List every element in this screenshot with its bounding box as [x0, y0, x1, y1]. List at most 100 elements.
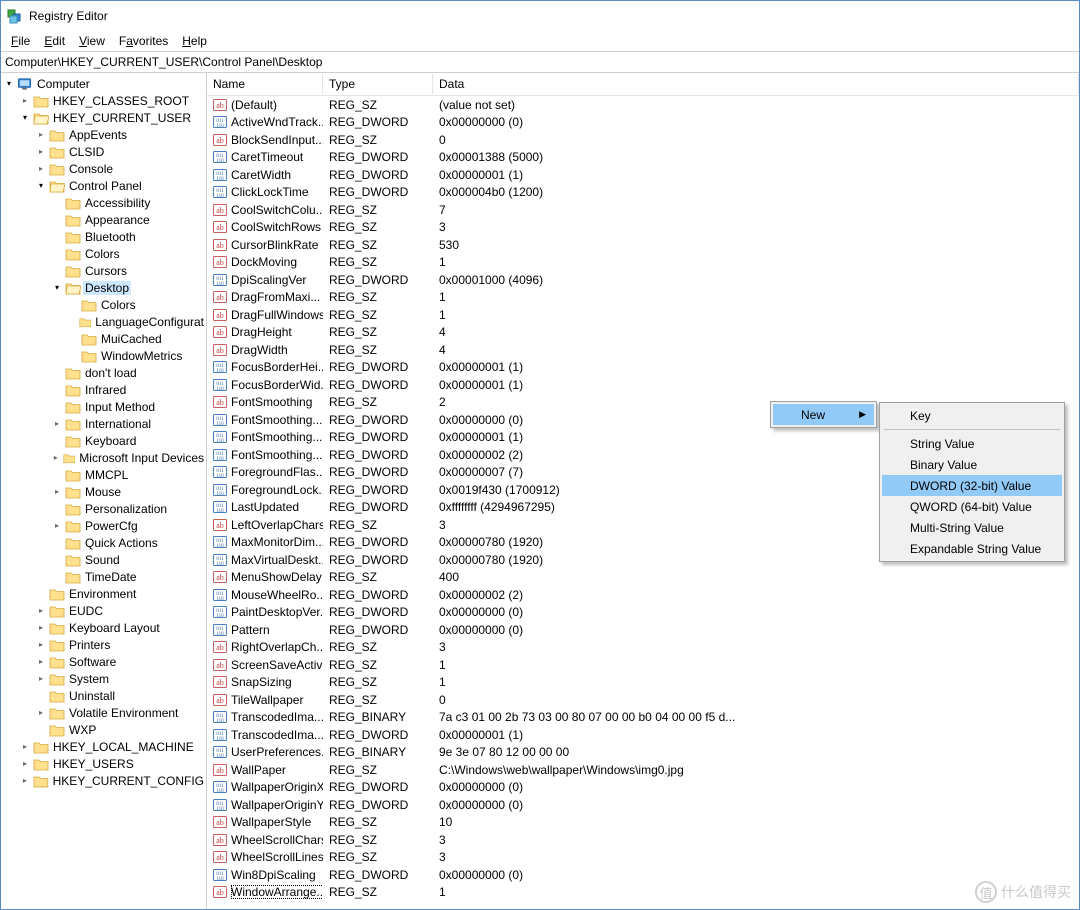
chevron-right-icon[interactable]: ▸ — [35, 656, 47, 668]
ctx-new-binary[interactable]: Binary Value — [882, 454, 1062, 475]
value-row[interactable]: WallpaperStyleREG_SZ10 — [207, 814, 1079, 832]
value-row[interactable]: WheelScrollCharsREG_SZ3 — [207, 831, 1079, 849]
chevron-right-icon[interactable]: ▸ — [51, 418, 63, 430]
tree-item[interactable]: ▸Keyboard Layout — [35, 619, 206, 636]
tree-item[interactable]: Colors — [51, 245, 206, 262]
chevron-right-icon[interactable]: ▸ — [35, 673, 47, 685]
tree-item[interactable]: Keyboard — [51, 432, 206, 449]
tree-pane[interactable]: ▾Computer▸HKEY_CLASSES_ROOT▾HKEY_CURRENT… — [1, 73, 207, 909]
value-row[interactable]: DpiScalingVerREG_DWORD0x00001000 (4096) — [207, 271, 1079, 289]
tree-item[interactable]: Environment — [35, 585, 206, 602]
tree-item[interactable]: ▾Control Panel — [35, 177, 206, 194]
tree-item[interactable]: MMCPL — [51, 466, 206, 483]
value-row[interactable]: DragFullWindowsREG_SZ1 — [207, 306, 1079, 324]
ctx-new[interactable]: New ▶ — [773, 404, 874, 425]
tree-item[interactable]: ▸Console — [35, 160, 206, 177]
tree-item[interactable]: ▸HKEY_USERS — [19, 755, 206, 772]
tree-item[interactable]: ▸Mouse — [51, 483, 206, 500]
menu-edit[interactable]: Edit — [38, 33, 71, 49]
value-row[interactable]: RightOverlapCh...REG_SZ3 — [207, 639, 1079, 657]
value-row[interactable]: ScreenSaveActiveREG_SZ1 — [207, 656, 1079, 674]
value-row[interactable]: UserPreferences...REG_BINARY9e 3e 07 80 … — [207, 744, 1079, 762]
tree-item[interactable]: don't load — [51, 364, 206, 381]
value-row[interactable]: DragWidthREG_SZ4 — [207, 341, 1079, 359]
tree-item[interactable]: Input Method — [51, 398, 206, 415]
value-row[interactable]: DragFromMaxi...REG_SZ1 — [207, 289, 1079, 307]
value-row[interactable]: Win8DpiScalingREG_DWORD0x00000000 (0) — [207, 866, 1079, 884]
tree-item[interactable]: ▸HKEY_CLASSES_ROOT — [19, 92, 206, 109]
value-row[interactable]: MenuShowDelayREG_SZ400 — [207, 569, 1079, 587]
value-row[interactable]: (Default)REG_SZ(value not set) — [207, 96, 1079, 114]
col-name[interactable]: Name — [207, 74, 323, 94]
chevron-right-icon[interactable]: ▸ — [51, 520, 63, 532]
menu-favorites[interactable]: Favorites — [113, 33, 174, 49]
tree-item[interactable]: ▸International — [51, 415, 206, 432]
chevron-right-icon[interactable]: ▸ — [35, 605, 47, 617]
value-row[interactable]: MouseWheelRo...REG_DWORD0x00000002 (2) — [207, 586, 1079, 604]
tree-item[interactable]: ▸Software — [35, 653, 206, 670]
chevron-right-icon[interactable]: ▸ — [35, 639, 47, 651]
tree-item[interactable]: ▾Computer — [3, 75, 206, 92]
tree-item[interactable]: ▸HKEY_CURRENT_CONFIG — [19, 772, 206, 789]
chevron-right-icon[interactable]: ▸ — [51, 486, 63, 498]
value-row[interactable]: CursorBlinkRateREG_SZ530 — [207, 236, 1079, 254]
value-row[interactable]: WindowArrange...REG_SZ1 — [207, 884, 1079, 902]
chevron-right-icon[interactable]: ▸ — [51, 452, 61, 464]
tree-item[interactable]: WindowMetrics — [67, 347, 206, 364]
chevron-right-icon[interactable]: ▸ — [19, 95, 31, 107]
value-row[interactable]: FocusBorderHei...REG_DWORD0x00000001 (1) — [207, 359, 1079, 377]
chevron-right-icon[interactable]: ▸ — [19, 758, 31, 770]
tree-item[interactable]: ▸HKEY_LOCAL_MACHINE — [19, 738, 206, 755]
tree-item[interactable]: ▸EUDC — [35, 602, 206, 619]
chevron-right-icon[interactable]: ▸ — [35, 707, 47, 719]
value-row[interactable]: TranscodedIma...REG_DWORD0x00000001 (1) — [207, 726, 1079, 744]
tree-item[interactable]: ▸PowerCfg — [51, 517, 206, 534]
tree-item[interactable]: WXP — [35, 721, 206, 738]
tree-item[interactable]: LanguageConfigurat — [67, 313, 206, 330]
tree-item[interactable]: Infrared — [51, 381, 206, 398]
ctx-new-expand[interactable]: Expandable String Value — [882, 538, 1062, 559]
value-row[interactable]: FocusBorderWid...REG_DWORD0x00000001 (1) — [207, 376, 1079, 394]
value-row[interactable]: CaretWidthREG_DWORD0x00000001 (1) — [207, 166, 1079, 184]
value-row[interactable]: WheelScrollLinesREG_SZ3 — [207, 849, 1079, 867]
value-row[interactable]: TileWallpaperREG_SZ0 — [207, 691, 1079, 709]
chevron-down-icon[interactable]: ▾ — [19, 112, 31, 124]
value-row[interactable]: PatternREG_DWORD0x00000000 (0) — [207, 621, 1079, 639]
tree-item[interactable]: Appearance — [51, 211, 206, 228]
value-row[interactable]: DragHeightREG_SZ4 — [207, 324, 1079, 342]
tree-item[interactable]: Accessibility — [51, 194, 206, 211]
tree-item[interactable]: ▸CLSID — [35, 143, 206, 160]
value-row[interactable]: WallpaperOriginXREG_DWORD0x00000000 (0) — [207, 779, 1079, 797]
tree-item[interactable]: Quick Actions — [51, 534, 206, 551]
tree-item[interactable]: ▸Printers — [35, 636, 206, 653]
tree-item[interactable]: Colors — [67, 296, 206, 313]
value-row[interactable]: ActiveWndTrack...REG_DWORD0x00000000 (0) — [207, 114, 1079, 132]
col-type[interactable]: Type — [323, 74, 433, 94]
ctx-new-dword[interactable]: DWORD (32-bit) Value — [882, 475, 1062, 496]
tree-item[interactable]: Personalization — [51, 500, 206, 517]
value-row[interactable]: CaretTimeoutREG_DWORD0x00001388 (5000) — [207, 149, 1079, 167]
tree-item[interactable]: ▸System — [35, 670, 206, 687]
value-row[interactable]: DockMovingREG_SZ1 — [207, 254, 1079, 272]
chevron-right-icon[interactable]: ▸ — [35, 146, 47, 158]
ctx-new-string[interactable]: String Value — [882, 433, 1062, 454]
menu-file[interactable]: File — [5, 33, 36, 49]
value-row[interactable]: CoolSwitchRowsREG_SZ3 — [207, 219, 1079, 237]
ctx-new-key[interactable]: Key — [882, 405, 1062, 426]
tree-item[interactable]: ▸AppEvents — [35, 126, 206, 143]
value-row[interactable]: ClickLockTimeREG_DWORD0x000004b0 (1200) — [207, 184, 1079, 202]
value-row[interactable]: TranscodedIma...REG_BINARY7a c3 01 00 2b… — [207, 709, 1079, 727]
menu-view[interactable]: View — [73, 33, 111, 49]
tree-item[interactable]: ▸Volatile Environment — [35, 704, 206, 721]
tree-item[interactable]: Bluetooth — [51, 228, 206, 245]
tree-item[interactable]: Uninstall — [35, 687, 206, 704]
address-bar[interactable]: Computer\HKEY_CURRENT_USER\Control Panel… — [1, 51, 1079, 73]
ctx-new-qword[interactable]: QWORD (64-bit) Value — [882, 496, 1062, 517]
chevron-down-icon[interactable]: ▾ — [51, 282, 63, 294]
chevron-down-icon[interactable]: ▾ — [35, 180, 47, 192]
chevron-right-icon[interactable]: ▸ — [19, 741, 31, 753]
tree-item[interactable]: ▾Desktop — [51, 279, 206, 296]
value-row[interactable]: WallpaperOriginYREG_DWORD0x00000000 (0) — [207, 796, 1079, 814]
tree-item[interactable]: ▸Microsoft Input Devices — [51, 449, 206, 466]
value-row[interactable]: WallPaperREG_SZC:\Windows\web\wallpaper\… — [207, 761, 1079, 779]
